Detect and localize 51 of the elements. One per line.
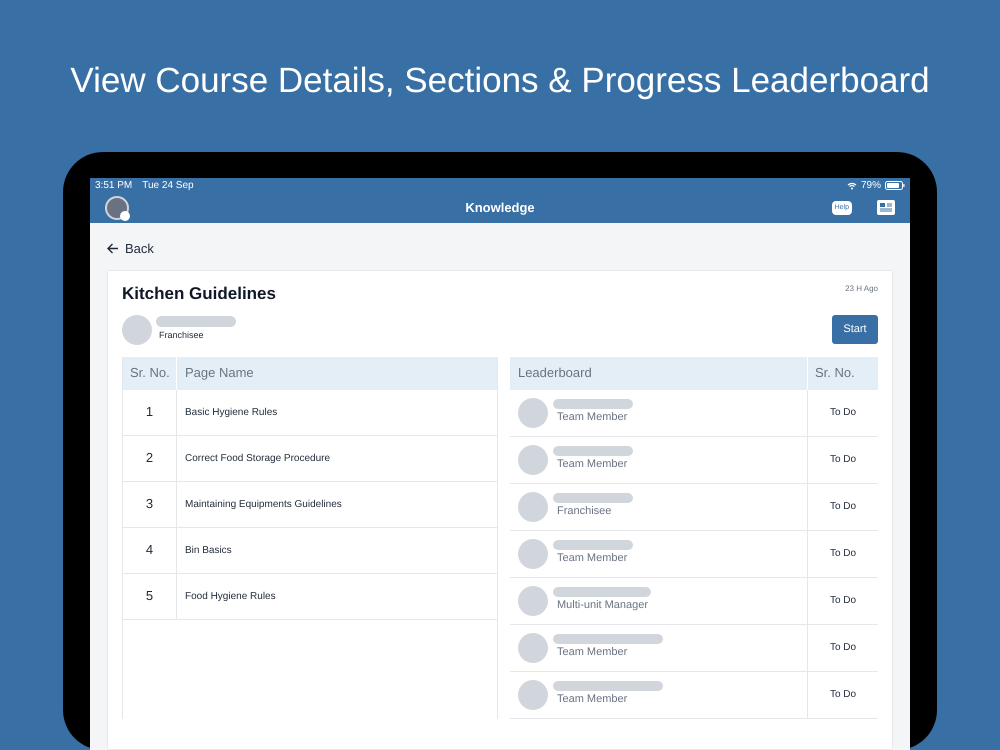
table-cell: 4 [123,528,177,572]
member-role: Team Member [556,645,628,660]
table-cell[interactable]: Bin Basics [177,542,497,558]
member-avatar [518,632,548,662]
member-avatar [518,492,548,522]
app-title: Knowledge [465,199,535,217]
status-text: To Do [828,547,858,561]
column-header: Page Name [184,364,255,382]
member-role: Team Member [556,551,628,566]
back-arrow-icon [107,242,119,254]
member-avatar [518,444,548,474]
column-header: Leaderboard [510,356,808,390]
status-text: To Do [828,453,858,467]
author-avatar [122,314,152,344]
member-avatar [518,680,548,710]
member-avatar [518,538,548,568]
member-role: Team Member [556,457,628,472]
course-title: Kitchen Guidelines [122,283,276,305]
status-text: To Do [828,406,858,420]
table-cell: 2 [123,436,177,480]
status-text: To Do [828,594,858,608]
news-icon[interactable] [877,200,895,216]
back-button[interactable]: Back [107,238,154,258]
column-header: Sr. No. [814,364,856,382]
table-cell[interactable]: Maintaining Equipments Guidelines [177,496,497,512]
table-cell: 5 [123,574,177,618]
table-cell[interactable]: Basic Hygiene Rules [177,404,497,420]
battery-icon [885,181,905,190]
start-button[interactable]: Start [832,315,878,344]
time-ago: 23 H Ago [845,283,878,295]
member-role: Multi-unit Manager [556,598,650,614]
table-cell: 3 [123,482,177,526]
author-role: Franchisee [159,329,205,342]
status-time: 3:51 PM [95,179,132,193]
table-cell: 1 [123,390,177,434]
member-role: Franchisee [556,504,612,520]
status-text: To Do [828,500,858,514]
member-avatar [518,398,548,428]
status-date: Tue 24 Sep [142,179,194,193]
profile-avatar-icon[interactable] [105,196,129,220]
member-role: Team Member [556,410,628,426]
wifi-icon [846,182,857,190]
headline: View Course Details, Sections & Progress Leaderboard [69,60,931,102]
member-avatar [518,586,548,616]
table-cell[interactable]: Correct Food Storage Procedure [177,450,497,466]
battery-percent: 79% [860,179,881,193]
member-role: Team Member [556,692,628,708]
status-text: To Do [828,688,858,702]
table-cell[interactable]: Food Hygiene Rules [177,588,497,604]
status-text: To Do [828,641,858,655]
column-header: Sr. No. [123,356,177,390]
